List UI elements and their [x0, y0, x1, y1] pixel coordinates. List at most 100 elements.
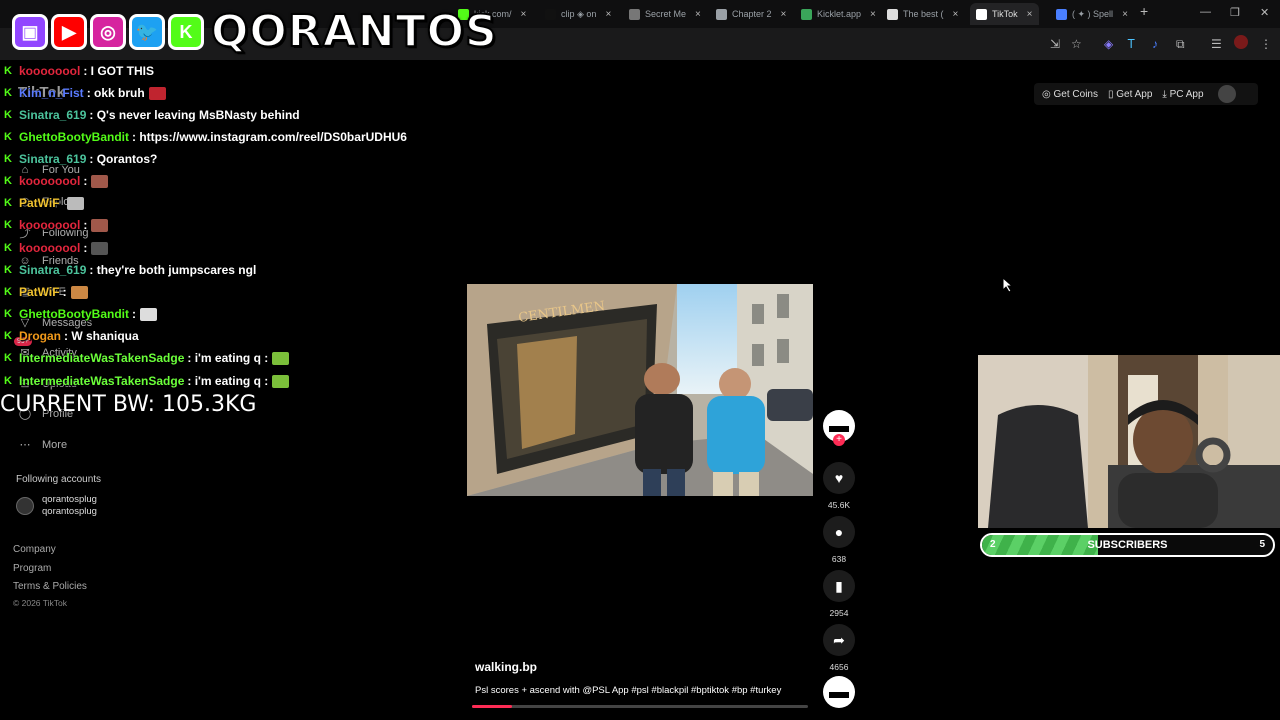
- audio-icon[interactable]: ♪: [1152, 37, 1158, 51]
- chat-username[interactable]: GhettoBootyBandit: [19, 307, 129, 321]
- chat-emote-icon: [91, 174, 109, 188]
- chat-emote-icon: [91, 241, 109, 255]
- kick-icon: K: [168, 14, 204, 50]
- kick-badge-icon: K: [4, 352, 12, 364]
- chat-username[interactable]: Sinatra_619: [19, 108, 86, 122]
- chat-text: : W shaniqua: [64, 329, 139, 343]
- browser-tab[interactable]: Secret Me ×: [629, 3, 701, 25]
- extension-icon[interactable]: ◈: [1104, 37, 1113, 51]
- chat-message: Kkoooooool:: [4, 241, 109, 255]
- twitch-icon: ▣: [12, 14, 48, 50]
- youtube-icon: ▶: [51, 14, 87, 50]
- chat-username[interactable]: IntermediateWasTakenSadge: [19, 351, 184, 365]
- more-icon: ⋯: [19, 439, 31, 451]
- get-coins-button[interactable]: ◎ Get Coins: [1042, 89, 1098, 100]
- new-tab-button[interactable]: +: [1140, 3, 1148, 19]
- following-account[interactable]: qorantosplug qorantosplug: [16, 494, 97, 518]
- share-action[interactable]: ➦ 4656: [822, 624, 856, 672]
- creator-avatar-action[interactable]: ▬ +: [822, 410, 856, 446]
- install-icon[interactable]: ⇲: [1050, 37, 1060, 51]
- footer-company-link[interactable]: Company: [13, 544, 56, 555]
- comment-count: 638: [831, 554, 847, 564]
- chat-username[interactable]: Drogan: [19, 329, 61, 343]
- chat-text: : Q's never leaving MsBNasty behind: [89, 108, 300, 122]
- browser-tab[interactable]: TikTok ×: [970, 3, 1039, 25]
- chat-message: K Sinatra_619: they're both jumpscares ng…: [4, 263, 256, 277]
- tab-close-icon[interactable]: ×: [521, 9, 527, 20]
- tab-label: Kicklet.app: [817, 9, 862, 19]
- user-avatar[interactable]: [1217, 85, 1236, 103]
- browser-menu-icon[interactable]: ⋮: [1260, 37, 1272, 51]
- chat-username[interactable]: Kim_n_Fist: [19, 86, 84, 100]
- tab-close-icon[interactable]: ×: [1027, 9, 1033, 20]
- subscriber-goal-label: SUBSCRIBERS: [1087, 539, 1168, 551]
- get-app-button[interactable]: ▯ Get App: [1108, 89, 1152, 100]
- stream-logos: ▣ ▶ ◎ 🐦 K QORANTOS: [12, 6, 498, 57]
- pc-app-button[interactable]: ⤓ PC App: [1162, 89, 1203, 100]
- browser-tab[interactable]: ( ✦ ) Spell ×: [1056, 3, 1128, 25]
- account-avatar: [16, 497, 34, 515]
- chat-username[interactable]: koooooool: [19, 174, 80, 188]
- video-description: Psl scores + ascend with @PSL App #psl #…: [475, 685, 782, 696]
- close-window-button[interactable]: ✕: [1260, 6, 1269, 19]
- sidebar-item-more[interactable]: ⋯ More: [18, 438, 68, 452]
- chat-emote-icon: [148, 86, 166, 100]
- chat-username[interactable]: Sinatra_619: [19, 152, 86, 166]
- extensions-puzzle-icon[interactable]: ⧉: [1176, 37, 1185, 52]
- chat-username[interactable]: Sinatra_619: [19, 263, 86, 277]
- tab-label: TikTok: [992, 9, 1018, 19]
- video-player[interactable]: CENTILMEN: [467, 284, 813, 496]
- sound-disc-icon[interactable]: ▬: [823, 676, 855, 708]
- bookmark-icon[interactable]: ▮: [823, 570, 855, 602]
- chat-text: :: [83, 174, 88, 188]
- comment-icon[interactable]: ●: [823, 516, 855, 548]
- browser-tab[interactable]: Chapter 2 ×: [716, 3, 786, 25]
- chat-message: K Kim_n_Fist: okk bruh: [4, 86, 166, 100]
- chat-username[interactable]: koooooool: [19, 64, 80, 78]
- chat-username[interactable]: koooooool: [19, 241, 80, 255]
- share-icon[interactable]: ➦: [823, 624, 855, 656]
- tab-close-icon[interactable]: ×: [870, 9, 876, 20]
- tab-close-icon[interactable]: ×: [1122, 9, 1128, 20]
- chat-emote-icon: [66, 196, 84, 210]
- chat-username[interactable]: PatWiF: [19, 285, 60, 299]
- stream-brand: QORANTOS: [210, 6, 498, 57]
- chat-emote-icon: [272, 374, 290, 388]
- minimize-button[interactable]: —: [1200, 6, 1211, 18]
- webcam-feed: [978, 355, 1280, 528]
- phone-icon: ▯: [1107, 88, 1114, 100]
- maximize-button[interactable]: ❐: [1230, 6, 1240, 19]
- chat-username[interactable]: IntermediateWasTakenSadge: [19, 374, 184, 388]
- save-action[interactable]: ▮ 2954: [822, 570, 856, 618]
- profile-avatar[interactable]: [1234, 35, 1248, 49]
- video-progress-bar[interactable]: [472, 705, 808, 708]
- bookmark-star-icon[interactable]: ☆: [1071, 37, 1082, 51]
- tab-label: clip ◈ on: [561, 8, 597, 19]
- tab-close-icon[interactable]: ×: [781, 9, 787, 20]
- browser-tab[interactable]: Kicklet.app ×: [801, 3, 876, 25]
- chat-text: :: [132, 307, 136, 321]
- kick-badge-icon: K: [4, 131, 12, 143]
- heart-icon[interactable]: ♥: [823, 462, 855, 494]
- tab-close-icon[interactable]: ×: [695, 9, 701, 20]
- footer-terms-link[interactable]: Terms & Policies: [13, 581, 87, 592]
- following-accounts-header: Following accounts: [16, 474, 102, 485]
- tab-close-icon[interactable]: ×: [605, 9, 611, 20]
- translate-icon[interactable]: Ꭲ: [1128, 37, 1135, 52]
- like-action[interactable]: ♥ 45.6K: [822, 462, 856, 510]
- browser-tab[interactable]: The best (×: [887, 3, 958, 25]
- sound-action[interactable]: ▬: [822, 676, 856, 708]
- account-handle: qorantosplug: [42, 506, 97, 517]
- chat-username[interactable]: PatWiF: [19, 196, 60, 210]
- browser-tab[interactable]: clip ◈ on ×: [545, 3, 611, 25]
- tab-close-icon[interactable]: ×: [953, 9, 959, 20]
- reading-list-icon[interactable]: ☰: [1211, 37, 1222, 51]
- chat-username[interactable]: GhettoBootyBandit: [19, 130, 129, 144]
- comment-action[interactable]: ● 638: [822, 516, 856, 564]
- chat-message: K Sinatra_619: Q's never leaving MsBNasty…: [4, 108, 300, 122]
- chat-username[interactable]: koooooool: [19, 218, 80, 232]
- footer-program-link[interactable]: Program: [13, 563, 51, 574]
- chat-emote-icon: [140, 307, 157, 321]
- video-username[interactable]: walking.bp: [475, 660, 537, 674]
- tab-favicon-icon: [801, 8, 812, 20]
